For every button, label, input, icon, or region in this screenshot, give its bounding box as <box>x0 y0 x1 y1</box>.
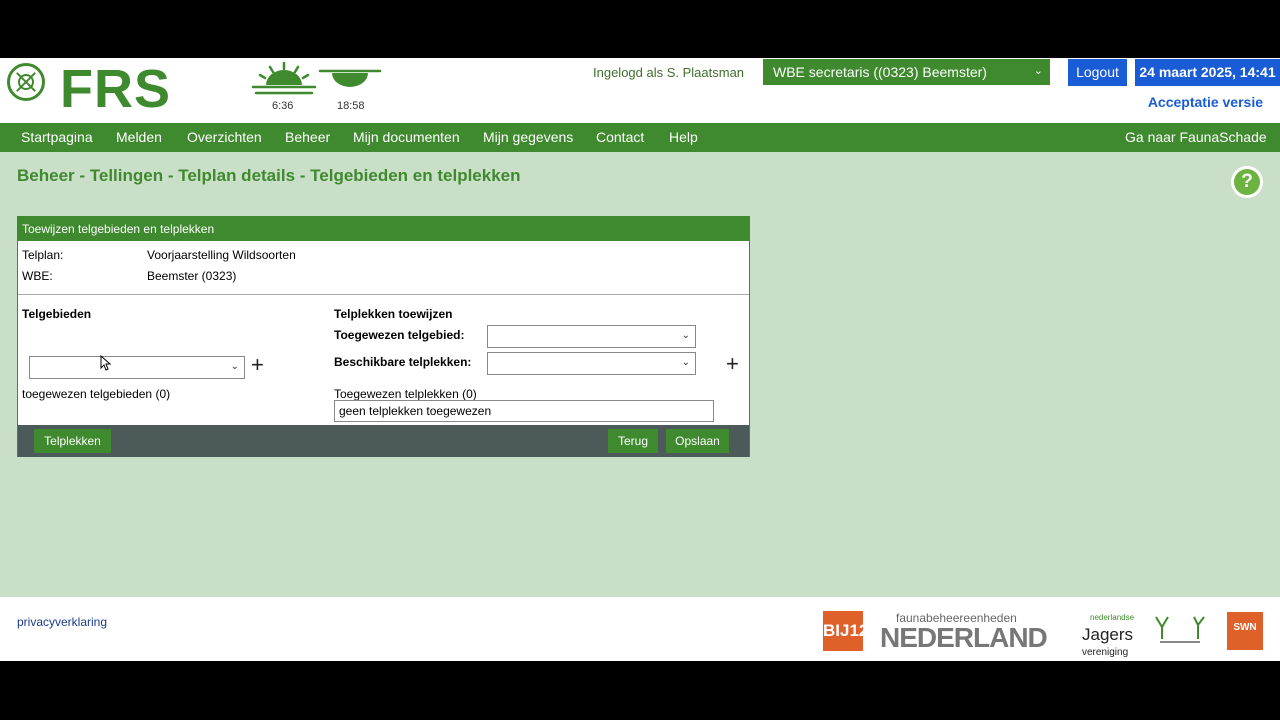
chevron-down-icon: ⌄ <box>230 361 239 372</box>
nav-startpagina[interactable]: Startpagina <box>21 123 93 152</box>
question-icon: ? <box>1234 169 1260 195</box>
nav-overzichten[interactable]: Overzichten <box>187 123 262 152</box>
panel-title: Toewijzen telgebieden en telplekken <box>18 217 749 241</box>
telplan-label: Telplan: <box>22 248 64 262</box>
add-telplek-icon[interactable]: + <box>726 353 739 375</box>
mouse-cursor-icon <box>100 355 112 371</box>
nav-help[interactable]: Help <box>669 123 698 152</box>
nav-mijn-gegevens[interactable]: Mijn gegevens <box>483 123 573 152</box>
sunset-time: 18:58 <box>337 100 365 112</box>
current-datetime: 24 maart 2025, 14:41 <box>1135 59 1280 86</box>
toegewezen-telplekken-list: geen telplekken toegewezen <box>334 400 714 422</box>
toegewezen-telplekken-label: Toegewezen telplekken (0) <box>334 387 477 401</box>
page-title: Beheer - Tellingen - Telplan details - T… <box>17 166 521 185</box>
divider <box>18 294 749 295</box>
telgebied-select[interactable]: ⌄ <box>29 356 245 379</box>
fbe-logo-title: NEDERLAND <box>880 622 1048 653</box>
privacy-link[interactable]: privacyverklaring <box>17 615 107 629</box>
assign-panel: Toewijzen telgebieden en telplekken Telp… <box>17 216 750 457</box>
jagers-logo-top: nederlandse <box>1090 613 1135 622</box>
chevron-down-icon: ⌄ <box>681 330 690 341</box>
login-status: Ingelogd als S. Plaatsman <box>593 65 745 80</box>
nav-faunaschade-link[interactable]: Ga naar FaunaSchade <box>1125 123 1267 152</box>
toegewezen-telgebied-select[interactable]: ⌄ <box>487 325 696 348</box>
frs-logo-icon <box>7 63 45 101</box>
swn-logo: SWN <box>1227 612 1263 650</box>
logout-button[interactable]: Logout <box>1068 59 1127 86</box>
app-window: FRS 6:36 18:58 Ingelogd als S. Plaatsman… <box>0 58 1280 661</box>
toegewezen-telgebied-label: Toegewezen telgebied: <box>334 328 465 342</box>
help-button[interactable]: ? <box>1231 166 1263 198</box>
role-select[interactable]: WBE secretaris ((0323) Beemster) ⌄ <box>763 59 1050 85</box>
nav-contact[interactable]: Contact <box>596 123 644 152</box>
header: FRS 6:36 18:58 Ingelogd als S. Plaatsman… <box>0 58 1280 123</box>
nav-melden[interactable]: Melden <box>116 123 162 152</box>
nav-beheer[interactable]: Beheer <box>285 123 330 152</box>
telgebieden-heading: Telgebieden <box>22 307 92 321</box>
footer: privacyverklaring BIJ12 faunabeheereenhe… <box>0 597 1280 661</box>
sunrise-time: 6:36 <box>272 100 294 112</box>
telplekken-heading: Telplekken toewijzen <box>334 307 453 321</box>
nav-mijn-documenten[interactable]: Mijn documenten <box>353 123 460 152</box>
wbe-value: Beemster (0323) <box>147 269 237 283</box>
chevron-down-icon: ⌄ <box>1033 65 1043 77</box>
beschikbare-telplekken-label: Beschikbare telplekken: <box>334 355 472 369</box>
deer-logo-icon <box>1148 613 1210 652</box>
beschikbare-telplekken-select[interactable]: ⌄ <box>487 352 696 375</box>
environment-label: Acceptatie versie <box>1147 94 1263 110</box>
terug-button[interactable]: Terug <box>608 429 658 453</box>
telplan-value: Voorjaarstelling Wildsoorten <box>147 248 296 262</box>
jagers-logo-subtitle: vereniging <box>1082 647 1129 658</box>
role-select-value: WBE secretaris ((0323) Beemster) <box>773 64 987 80</box>
opslaan-button[interactable]: Opslaan <box>666 429 729 453</box>
jagers-logo: Jagers <box>1082 625 1134 644</box>
telplekken-button[interactable]: Telplekken <box>34 429 111 453</box>
add-telgebied-icon[interactable]: + <box>251 354 264 376</box>
main-nav: Startpagina Melden Overzichten Beheer Mi… <box>0 123 1280 152</box>
frs-logo-text[interactable]: FRS <box>60 60 171 118</box>
bij12-logo: BIJ12 <box>823 611 868 651</box>
wbe-label: WBE: <box>22 269 53 283</box>
panel-footer: Telplekken Terug Opslaan <box>18 425 749 457</box>
chevron-down-icon: ⌄ <box>681 357 690 368</box>
telgebieden-count: toegewezen telgebieden (0) <box>22 387 171 401</box>
